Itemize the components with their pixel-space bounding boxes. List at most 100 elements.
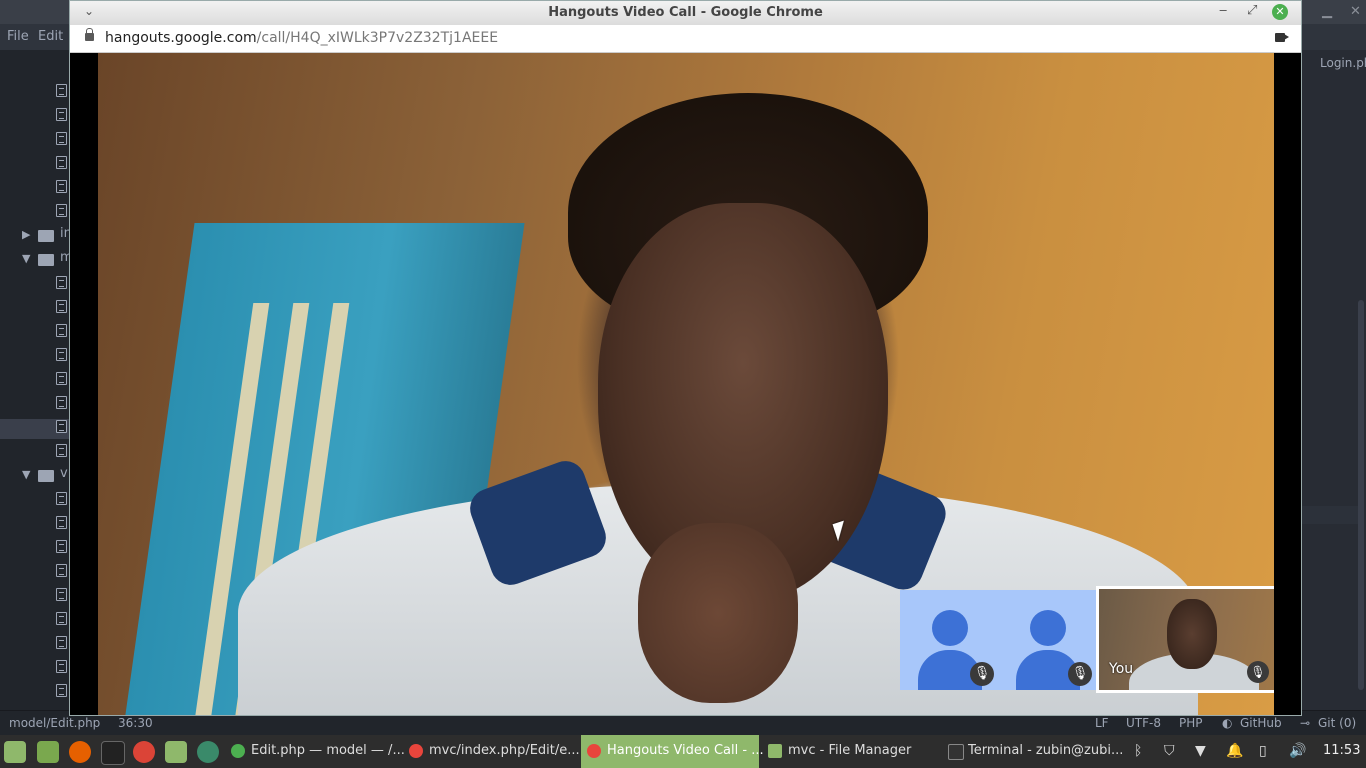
taskbar-task-atom[interactable]: Edit.php — model — /...	[225, 735, 405, 768]
file-icon[interactable]	[56, 348, 67, 361]
tree-folder-label[interactable]: v	[60, 466, 68, 481]
file-icon[interactable]	[56, 396, 67, 409]
main-video-feed[interactable]: 🎙 🎙 You 🎙	[98, 53, 1274, 715]
github-icon[interactable]: ◐	[1222, 716, 1232, 730]
task-label: Terminal - zubin@zubi...	[968, 743, 1124, 758]
mic-muted-icon: 🎙	[1068, 662, 1092, 686]
folder-icon[interactable]	[38, 254, 54, 266]
file-icon[interactable]	[56, 156, 67, 169]
folder-icon[interactable]	[38, 230, 54, 242]
file-icon[interactable]	[56, 588, 67, 601]
editor-scrollbar[interactable]	[1358, 300, 1364, 690]
file-icon[interactable]	[56, 492, 67, 505]
project-tree: ▶ in ▼ m ▼ v	[0, 50, 73, 710]
chrome-icon[interactable]	[133, 741, 155, 763]
url-path: /call/H4Q_xIWLk3P7v2Z32Tj1AEEE	[256, 30, 499, 46]
file-icon[interactable]	[56, 516, 67, 529]
file-icon[interactable]	[56, 444, 67, 457]
shield-icon[interactable]: ⛉	[1164, 743, 1175, 759]
restore-icon[interactable]: ⤢	[1247, 3, 1257, 18]
participant-tile[interactable]: 🎙	[900, 590, 998, 690]
atom-minimize-icon[interactable]: ▁	[1322, 4, 1332, 19]
file-icon[interactable]	[56, 276, 67, 289]
folder-icon	[768, 744, 782, 758]
chrome-window: ⌄ Hangouts Video Call - Google Chrome ‒ …	[69, 0, 1302, 716]
video-person-hand	[638, 523, 798, 703]
window-title: Hangouts Video Call - Google Chrome	[548, 5, 823, 20]
mint-menu-icon[interactable]	[4, 741, 26, 763]
status-file-path[interactable]: model/Edit.php	[9, 716, 100, 730]
volume-icon[interactable]: 🔊	[1289, 743, 1306, 759]
task-label: mvc/index.php/Edit/e...	[429, 743, 580, 758]
show-desktop-icon[interactable]	[37, 741, 59, 763]
mic-muted-icon: 🎙	[1247, 661, 1269, 683]
avatar-head	[932, 610, 968, 646]
camera-icon[interactable]	[1275, 33, 1285, 42]
terminal-icon[interactable]	[101, 741, 125, 765]
taskbar-task-terminal[interactable]: Terminal - zubin@zubi...	[942, 735, 1124, 768]
file-icon[interactable]	[56, 132, 67, 145]
participant-tile[interactable]: 🎙	[998, 590, 1096, 690]
close-icon[interactable]: ✕	[1272, 4, 1288, 20]
file-icon[interactable]	[56, 684, 67, 697]
status-cursor-position[interactable]: 36:30	[118, 716, 153, 730]
firefox-icon[interactable]	[69, 741, 91, 763]
minimize-icon[interactable]: ‒	[1219, 3, 1227, 18]
editor-tab-login[interactable]: Login.ph	[1300, 50, 1366, 76]
chrome-icon	[587, 744, 601, 758]
chevron-down-icon[interactable]: ▼	[22, 468, 30, 481]
chrome-titlebar[interactable]: ⌄ Hangouts Video Call - Google Chrome ‒ …	[70, 1, 1301, 25]
chrome-icon	[409, 744, 423, 758]
atom-close-icon[interactable]: ✕	[1350, 4, 1361, 19]
wifi-icon[interactable]: ▼	[1195, 743, 1206, 759]
menu-edit[interactable]: Edit	[38, 29, 63, 44]
file-icon[interactable]	[56, 108, 67, 121]
file-icon[interactable]	[56, 324, 67, 337]
self-view-tile[interactable]: You 🎙	[1096, 586, 1274, 693]
status-github[interactable]: GitHub	[1240, 716, 1282, 730]
notifications-icon[interactable]: 🔔	[1226, 743, 1243, 759]
file-icon[interactable]	[56, 564, 67, 577]
folder-icon[interactable]	[38, 470, 54, 482]
menu-file[interactable]: File	[7, 29, 29, 44]
task-label: Hangouts Video Call - ...	[607, 743, 764, 758]
atom-icon[interactable]	[197, 741, 219, 763]
file-icon[interactable]	[56, 180, 67, 193]
bluetooth-icon[interactable]: ᛒ	[1134, 743, 1142, 759]
file-icon[interactable]	[56, 636, 67, 649]
terminal-icon	[948, 744, 964, 760]
address-bar[interactable]: hangouts.google.com/call/H4Q_xIWLk3P7v2Z…	[70, 25, 1301, 53]
status-grammar[interactable]: PHP	[1179, 716, 1203, 730]
chevron-right-icon[interactable]: ▶	[22, 228, 30, 241]
git-icon[interactable]: ⊸	[1300, 716, 1310, 730]
clock[interactable]: 11:53	[1323, 743, 1360, 758]
chevron-down-icon[interactable]: ▼	[22, 252, 30, 265]
lock-icon[interactable]	[85, 28, 94, 41]
file-icon[interactable]	[56, 84, 67, 97]
taskbar-task-chrome-mvc[interactable]: mvc/index.php/Edit/e...	[403, 735, 581, 768]
file-icon[interactable]	[56, 612, 67, 625]
avatar-head	[1030, 610, 1066, 646]
taskbar-task-hangouts[interactable]: Hangouts Video Call - ...	[581, 735, 764, 768]
battery-icon[interactable]: ▯	[1259, 743, 1267, 759]
url-text[interactable]: hangouts.google.com/call/H4Q_xIWLk3P7v2Z…	[105, 30, 498, 46]
status-git[interactable]: Git (0)	[1318, 716, 1356, 730]
status-encoding[interactable]: UTF-8	[1126, 716, 1161, 730]
taskbar-task-file-manager[interactable]: mvc - File Manager	[762, 735, 940, 768]
file-icon[interactable]	[56, 660, 67, 673]
mic-muted-icon: 🎙	[970, 662, 994, 686]
editor-tab-label: Login.ph	[1320, 56, 1366, 70]
self-view-video: You 🎙	[1099, 589, 1274, 690]
file-icon[interactable]	[56, 300, 67, 313]
task-label: Edit.php — model — /...	[251, 743, 405, 758]
task-label: mvc - File Manager	[788, 743, 912, 758]
editor-line-highlight	[1302, 506, 1358, 524]
status-line-ending[interactable]: LF	[1095, 716, 1109, 730]
self-view-label: You	[1109, 661, 1134, 677]
file-icon[interactable]	[56, 204, 67, 217]
atom-icon	[231, 744, 245, 758]
files-icon[interactable]	[165, 741, 187, 763]
file-icon[interactable]	[56, 540, 67, 553]
file-icon[interactable]	[56, 372, 67, 385]
file-icon[interactable]	[56, 420, 67, 433]
